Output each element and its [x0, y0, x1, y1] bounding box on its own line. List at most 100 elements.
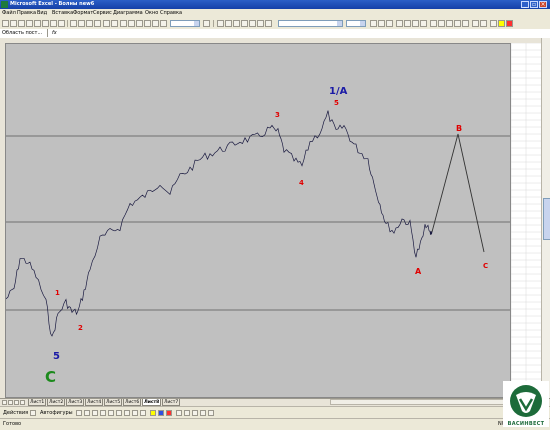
worksheet-cells[interactable] [511, 43, 541, 398]
undo-icon[interactable] [103, 20, 110, 27]
menu-edit[interactable]: Правка [17, 10, 36, 17]
comma-icon[interactable] [446, 20, 453, 27]
currency-icon[interactable] [430, 20, 437, 27]
last-sheet-button[interactable] [20, 400, 25, 405]
tab-sheet7[interactable]: Лист7 [162, 399, 181, 406]
merge-icon[interactable] [420, 20, 427, 27]
diagram-icon[interactable] [124, 410, 130, 416]
copy-icon[interactable] [78, 20, 85, 27]
font-color-icon[interactable] [166, 410, 172, 416]
menu-view[interactable]: Вид [37, 10, 47, 17]
arrow-style-icon[interactable] [192, 410, 198, 416]
fill-color-icon[interactable] [150, 410, 156, 416]
increase-decimal-icon[interactable] [454, 20, 461, 27]
format-painter-icon[interactable] [94, 20, 101, 27]
menu-format[interactable]: Формат [73, 10, 93, 17]
first-sheet-button[interactable] [2, 400, 7, 405]
hyperlink-icon[interactable] [120, 20, 127, 27]
3d-icon[interactable] [208, 410, 214, 416]
dash-style-icon[interactable] [184, 410, 190, 416]
line-icon[interactable] [76, 410, 82, 416]
vertical-scrollbar[interactable] [541, 38, 550, 398]
wordart-icon[interactable] [116, 410, 122, 416]
help-icon[interactable] [203, 20, 210, 27]
autosum-icon[interactable] [128, 20, 135, 27]
tab-sheet2[interactable]: Лист2 [47, 399, 66, 406]
bold-icon[interactable] [370, 20, 377, 27]
tab-sheet1[interactable]: Лист1 [28, 399, 47, 406]
name-box[interactable]: Область пост... [0, 29, 48, 37]
spelling-icon[interactable] [58, 20, 65, 27]
shadow-icon[interactable] [200, 410, 206, 416]
tab-sheet6[interactable]: Лист6 [123, 399, 142, 406]
drawing-icon[interactable] [160, 20, 167, 27]
minimize-button[interactable]: _ [521, 1, 529, 8]
by-column-icon[interactable] [265, 20, 272, 27]
italic-icon[interactable] [378, 20, 385, 27]
close-button[interactable]: × [539, 1, 547, 8]
outdent-icon[interactable] [480, 20, 487, 27]
tab-sheet5[interactable]: Лист5 [104, 399, 123, 406]
redo-icon[interactable] [111, 20, 118, 27]
next-sheet-button[interactable] [14, 400, 19, 405]
print-icon[interactable] [42, 20, 49, 27]
menu-insert[interactable]: Вставка [52, 10, 73, 17]
menu-window[interactable]: Окно [145, 10, 158, 17]
clipart-icon[interactable] [132, 410, 138, 416]
tab-sheet4[interactable]: Лист4 [85, 399, 104, 406]
chart-type-icon[interactable] [233, 20, 240, 27]
line-color-icon[interactable] [158, 410, 164, 416]
cut-icon[interactable] [70, 20, 77, 27]
chart-area[interactable]: 1/A 5 3 4 B A C 1 2 5 C [5, 43, 511, 398]
line-style-icon[interactable] [176, 410, 182, 416]
prev-sheet-button[interactable] [8, 400, 13, 405]
decrease-decimal-icon[interactable] [462, 20, 469, 27]
align-center-icon[interactable] [404, 20, 411, 27]
textbox-icon[interactable] [108, 410, 114, 416]
chart-object-icon[interactable] [217, 20, 224, 27]
percent-icon[interactable] [438, 20, 445, 27]
oval-icon[interactable] [100, 410, 106, 416]
font-select[interactable] [278, 20, 343, 27]
borders-icon[interactable] [490, 20, 497, 27]
sort-desc-icon[interactable] [144, 20, 151, 27]
by-row-icon[interactable] [257, 20, 264, 27]
tab-sheet8[interactable]: Лист8 [142, 399, 162, 406]
permission-icon[interactable] [26, 20, 33, 27]
rectangle-icon[interactable] [92, 410, 98, 416]
scroll-thumb[interactable] [543, 198, 550, 240]
draw-menu-button[interactable]: Действия [3, 410, 28, 416]
align-left-icon[interactable] [396, 20, 403, 27]
fx-icon[interactable]: fx [52, 29, 57, 37]
new-icon[interactable] [2, 20, 9, 27]
picture-icon[interactable] [140, 410, 146, 416]
underline-icon[interactable] [386, 20, 393, 27]
fill-color-icon[interactable] [498, 20, 505, 27]
wave-label-b: B [456, 124, 462, 133]
indent-icon[interactable] [472, 20, 479, 27]
save-icon[interactable] [18, 20, 25, 27]
menu-file[interactable]: Файл [2, 10, 16, 17]
autoshapes-button[interactable]: Автофигуры [40, 410, 73, 416]
preview-icon[interactable] [50, 20, 57, 27]
select-objects-icon[interactable] [30, 410, 36, 416]
sort-asc-icon[interactable] [136, 20, 143, 27]
tab-sheet3[interactable]: Лист3 [66, 399, 85, 406]
arrow-icon[interactable] [84, 410, 90, 416]
paste-icon[interactable] [86, 20, 93, 27]
font-size-select[interactable] [346, 20, 366, 27]
legend-icon[interactable] [241, 20, 248, 27]
horizontal-scrollbar[interactable] [330, 399, 510, 405]
open-icon[interactable] [10, 20, 17, 27]
menu-help[interactable]: Справка [160, 10, 182, 17]
email-icon[interactable] [34, 20, 41, 27]
align-right-icon[interactable] [412, 20, 419, 27]
menu-tools[interactable]: Сервис [93, 10, 112, 17]
format-chart-icon[interactable] [225, 20, 232, 27]
font-color-icon[interactable] [506, 20, 513, 27]
menu-chart[interactable]: Диаграмма [113, 10, 143, 17]
restore-button[interactable]: ▫ [530, 1, 538, 8]
chart-wizard-icon[interactable] [152, 20, 159, 27]
zoom-select[interactable] [170, 20, 200, 27]
data-table-icon[interactable] [249, 20, 256, 27]
